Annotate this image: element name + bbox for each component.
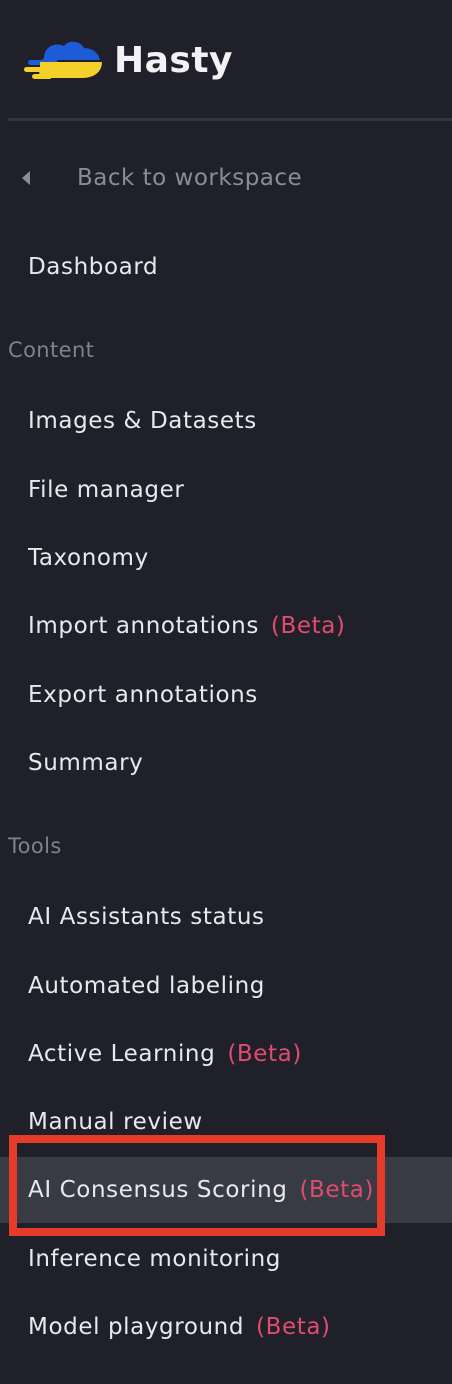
nav-item-label: Active Learning [28, 1041, 216, 1067]
nav-item-images-datasets[interactable]: Images & Datasets [0, 388, 452, 454]
brand-name: Hasty [114, 39, 234, 81]
nav-item-file-manager[interactable]: File manager [0, 457, 452, 523]
nav-item-active-learning[interactable]: Active Learning (Beta) [0, 1021, 452, 1087]
hasty-logo-icon [24, 41, 102, 79]
nav-item-label: Taxonomy [28, 545, 149, 571]
nav-item-label: Dashboard [28, 254, 159, 280]
beta-badge: (Beta) [227, 1041, 302, 1067]
nav-item-label: File manager [28, 477, 185, 503]
nav-item-label: Automated labeling [28, 973, 265, 999]
nav-item-label: Manual review [28, 1109, 203, 1135]
nav-item-manual-review[interactable]: Manual review [0, 1089, 452, 1155]
nav-item-inference-monitoring[interactable]: Inference monitoring [0, 1226, 452, 1292]
nav-item-label: Summary [28, 750, 144, 776]
nav-item-export-annotations[interactable]: Export annotations [0, 662, 452, 728]
nav-item-ai-assistants-status[interactable]: AI Assistants status [0, 884, 452, 950]
caret-left-icon [22, 171, 30, 185]
nav-item-taxonomy[interactable]: Taxonomy [0, 525, 452, 591]
nav-item-summary[interactable]: Summary [0, 730, 452, 796]
back-link-label: Back to workspace [77, 165, 303, 191]
beta-badge: (Beta) [270, 613, 346, 639]
nav-item-label: AI Assistants status [28, 904, 265, 930]
back-to-workspace-link[interactable]: Back to workspace [20, 158, 302, 198]
nav-item-ai-consensus-scoring[interactable]: AI Consensus Scoring (Beta) [0, 1157, 452, 1223]
beta-badge: (Beta) [256, 1314, 331, 1340]
brand-logo[interactable]: Hasty [22, 30, 233, 90]
nav-item-label: Model playground [28, 1314, 245, 1340]
nav-item-automated-labeling[interactable]: Automated labeling [0, 953, 452, 1019]
section-title-tools: Tools [8, 834, 62, 858]
nav-item-label: Inference monitoring [28, 1246, 281, 1272]
header-divider [8, 118, 452, 121]
nav-item-import-annotations[interactable]: Import annotations (Beta) [0, 593, 452, 659]
nav-item-dashboard[interactable]: Dashboard [0, 234, 452, 300]
nav-item-label: AI Consensus Scoring [28, 1177, 288, 1203]
nav-item-label: Images & Datasets [28, 408, 257, 434]
beta-badge: (Beta) [299, 1177, 375, 1203]
nav-item-model-playground[interactable]: Model playground (Beta) [0, 1294, 452, 1360]
nav-item-label: Import annotations [28, 613, 259, 639]
section-title-content: Content [8, 338, 95, 362]
nav-item-label: Export annotations [28, 682, 258, 708]
